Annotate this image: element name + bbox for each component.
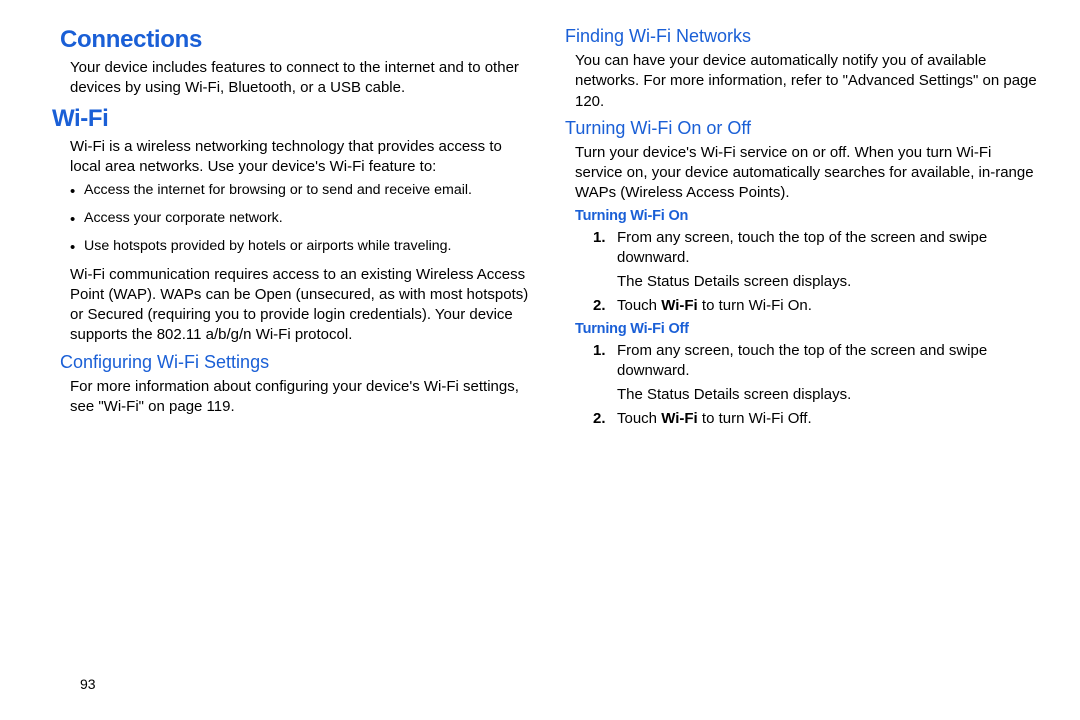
step-item: From any screen, touch the top of the sc… xyxy=(593,228,1040,293)
text-fragment: to turn Wi-Fi On. xyxy=(698,297,812,314)
heading-finding-wifi: Finding Wi-Fi Networks xyxy=(565,26,1040,47)
connections-intro: Your device includes features to connect… xyxy=(70,58,535,99)
turning-on-steps: From any screen, touch the top of the sc… xyxy=(593,228,1040,317)
page-columns: Connections Your device includes feature… xyxy=(70,26,1040,434)
bold-term: Wi-Fi xyxy=(661,410,698,427)
text-fragment: to turn Wi-Fi Off. xyxy=(698,410,812,427)
text-fragment: Touch xyxy=(617,410,661,427)
heading-turning-wifi-on-off: Turning Wi-Fi On or Off xyxy=(565,118,1040,139)
step-subtext: The Status Details screen displays. xyxy=(617,385,1040,405)
heading-turning-wifi-on: Turning Wi-Fi On xyxy=(575,208,1040,224)
list-item: Use hotspots provided by hotels or airpo… xyxy=(70,237,535,257)
step-subtext: The Status Details screen displays. xyxy=(617,272,1040,292)
wifi-wap-paragraph: Wi-Fi communication requires access to a… xyxy=(70,265,535,346)
step-text: From any screen, touch the top of the sc… xyxy=(617,229,987,266)
heading-configuring-wifi: Configuring Wi-Fi Settings xyxy=(60,352,535,373)
page-number: 93 xyxy=(80,676,96,692)
heading-wifi: Wi-Fi xyxy=(52,105,535,133)
turning-off-steps: From any screen, touch the top of the sc… xyxy=(593,341,1040,430)
right-column: Finding Wi-Fi Networks You can have your… xyxy=(575,26,1040,434)
list-item: Access your corporate network. xyxy=(70,209,535,229)
step-item: Touch Wi-Fi to turn Wi-Fi On. xyxy=(593,296,1040,316)
wifi-feature-list: Access the internet for browsing or to s… xyxy=(70,181,535,257)
finding-wifi-paragraph: You can have your device automatically n… xyxy=(575,51,1040,112)
configuring-wifi-paragraph: For more information about configuring y… xyxy=(70,377,535,418)
text-fragment: on page 119. xyxy=(144,398,235,415)
left-column: Connections Your device includes feature… xyxy=(70,26,535,434)
cross-reference: "Advanced Settings" xyxy=(843,72,979,89)
turning-wifi-paragraph: Turn your device's Wi-Fi service on or o… xyxy=(575,143,1040,204)
bold-term: Wi-Fi xyxy=(661,297,698,314)
step-item: Touch Wi-Fi to turn Wi-Fi Off. xyxy=(593,409,1040,429)
heading-connections: Connections xyxy=(60,26,535,54)
step-item: From any screen, touch the top of the sc… xyxy=(593,341,1040,406)
heading-turning-wifi-off: Turning Wi-Fi Off xyxy=(575,321,1040,337)
wifi-intro: Wi-Fi is a wireless networking technolog… xyxy=(70,137,535,178)
cross-reference: "Wi-Fi" xyxy=(98,398,144,415)
text-fragment: Touch xyxy=(617,297,661,314)
step-text: From any screen, touch the top of the sc… xyxy=(617,342,987,379)
list-item: Access the internet for browsing or to s… xyxy=(70,181,535,201)
